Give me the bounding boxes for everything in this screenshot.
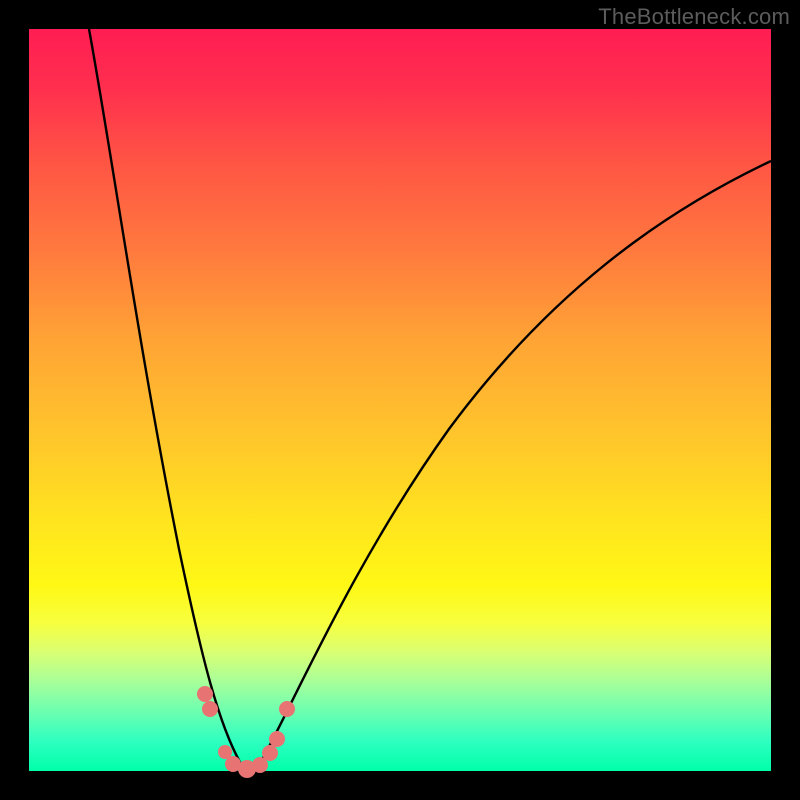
data-marker xyxy=(202,701,218,717)
data-marker xyxy=(279,701,295,717)
data-marker xyxy=(262,745,278,761)
chart-plot-area xyxy=(29,29,771,771)
curve-right-branch xyxy=(257,161,771,769)
chart-svg xyxy=(29,29,771,771)
watermark-text: TheBottleneck.com xyxy=(598,4,790,30)
data-marker xyxy=(197,686,213,702)
curve-left-branch xyxy=(89,29,244,769)
data-marker xyxy=(269,731,285,747)
